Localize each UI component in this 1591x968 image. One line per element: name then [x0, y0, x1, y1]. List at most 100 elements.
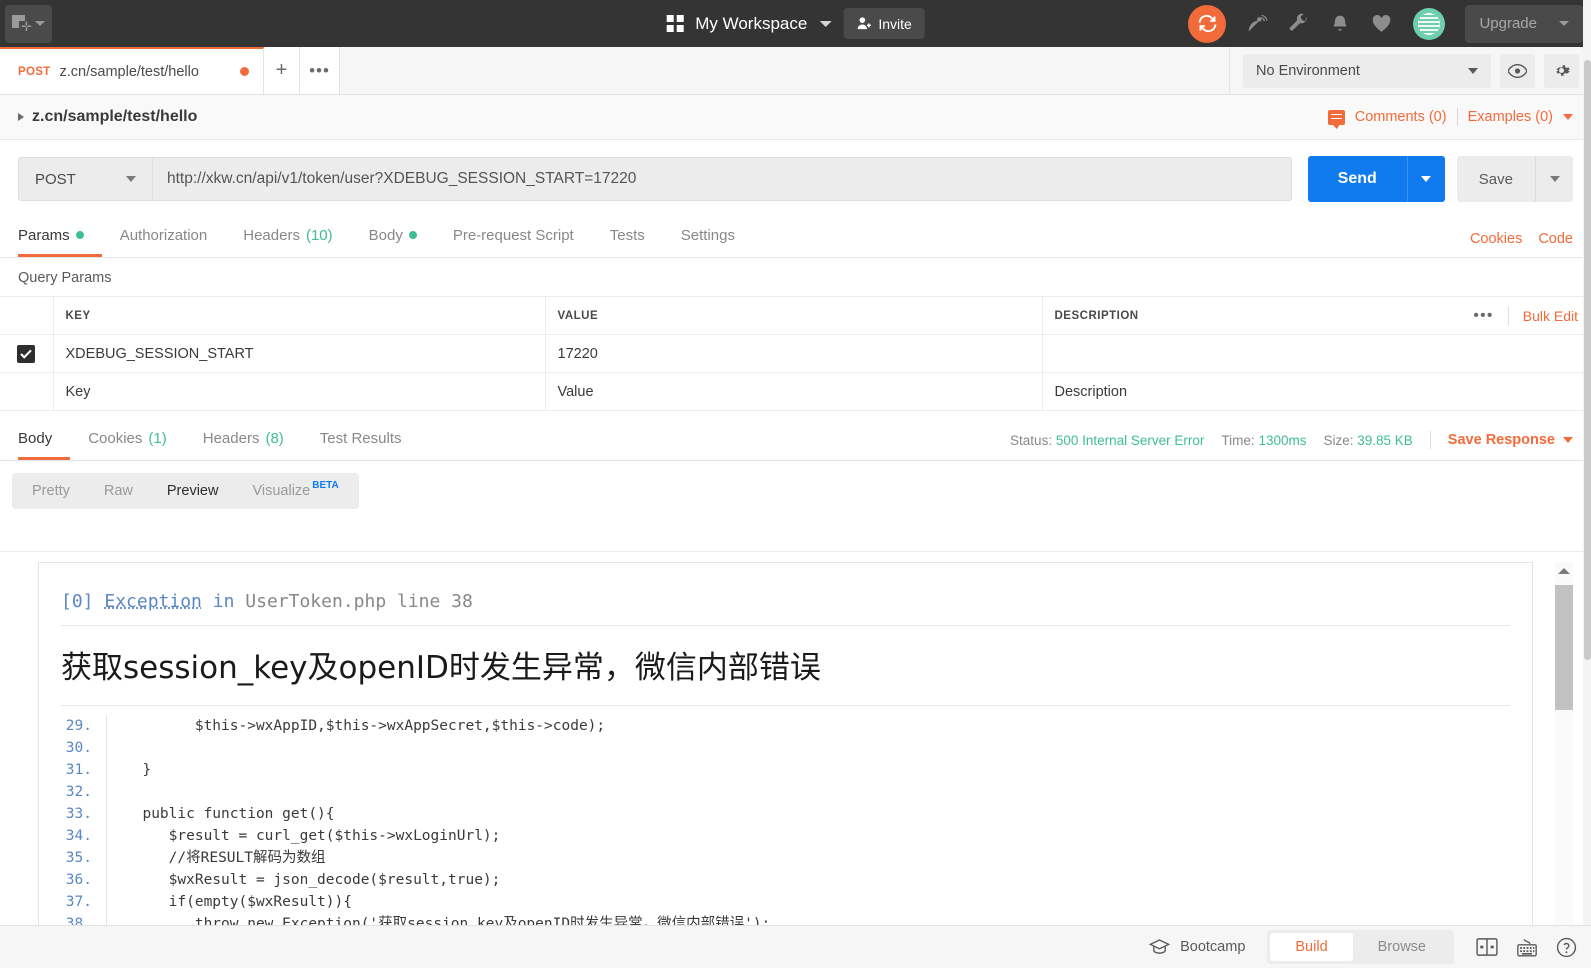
line-number: 35.	[61, 847, 107, 869]
workspace-add-icon: ✛	[12, 14, 32, 33]
divider	[1429, 431, 1431, 449]
chevron-down-icon	[1468, 67, 1478, 74]
workspace-switch-button[interactable]: ✛	[5, 4, 52, 43]
chevron-down-icon	[126, 176, 136, 182]
response-tab-body-label: Body	[18, 429, 53, 447]
new-tab-button[interactable]: +	[264, 47, 300, 94]
tab-body-label: Body	[368, 226, 403, 244]
param-key[interactable]: XDEBUG_SESSION_START	[53, 334, 546, 373]
preview-scrollbar[interactable]	[1555, 562, 1573, 925]
beta-badge: BETA	[312, 480, 339, 491]
tab-authorization[interactable]: Authorization	[102, 216, 226, 257]
invite-button[interactable]: Invite	[843, 8, 925, 39]
line-number: 32.	[61, 781, 107, 803]
mode-browse[interactable]: Browse	[1353, 933, 1451, 961]
examples-link[interactable]: Examples (0)	[1468, 109, 1553, 125]
response-tab-cookies[interactable]: Cookies (1)	[70, 419, 185, 460]
view-mode-visualize[interactable]: Visualize BETA	[235, 476, 355, 506]
chevron-down-icon[interactable]	[819, 20, 832, 27]
table-options-button[interactable]: •••	[1473, 307, 1493, 324]
environment-select[interactable]: No Environment	[1243, 53, 1491, 88]
cookies-link[interactable]: Cookies	[1470, 231, 1522, 247]
save-button[interactable]: Save	[1456, 156, 1535, 202]
two-pane-icon[interactable]	[1476, 938, 1498, 956]
avatar[interactable]	[1413, 7, 1446, 40]
scroll-up-icon[interactable]	[1558, 568, 1570, 574]
settings-button[interactable]	[1544, 53, 1579, 88]
response-tab-cookies-label: Cookies	[88, 429, 143, 447]
line-code: //将RESULT解码为数组	[125, 850, 326, 866]
breadcrumb-actions: Comments (0) Examples (0)	[1327, 108, 1573, 129]
param-value[interactable]: 17220	[545, 334, 1043, 373]
breadcrumb[interactable]: z.cn/sample/test/hello	[18, 108, 197, 126]
table-actions: ••• Bulk Edit	[1473, 306, 1578, 325]
save-response-button[interactable]: Save Response	[1448, 432, 1573, 448]
param-description-placeholder[interactable]: Description	[1042, 372, 1591, 411]
method-select[interactable]: POST	[18, 157, 152, 201]
tab-headers[interactable]: Headers (10)	[225, 216, 350, 257]
send-button-group: Send	[1307, 156, 1445, 202]
tab-params-label: Params	[18, 226, 70, 244]
param-value-placeholder[interactable]: Value	[545, 372, 1043, 411]
row-checkbox[interactable]	[17, 344, 36, 363]
response-tab-test-results[interactable]: Test Results	[302, 419, 420, 460]
request-tab[interactable]: POST z.cn/sample/test/hello	[0, 47, 264, 94]
exception-file: UserToken.php line 38	[245, 591, 473, 612]
upgrade-button[interactable]: Upgrade	[1465, 4, 1583, 43]
tab-headers-label: Headers	[243, 226, 300, 244]
tab-settings[interactable]: Settings	[663, 216, 753, 257]
unsaved-indicator-icon	[240, 67, 249, 76]
param-key-placeholder[interactable]: Key	[53, 372, 546, 411]
response-tab-headers[interactable]: Headers (8)	[185, 419, 302, 460]
tab-body[interactable]: Body	[351, 216, 435, 257]
gear-icon	[1556, 65, 1570, 76]
tab-options-button[interactable]: •••	[300, 47, 340, 94]
view-mode-raw[interactable]: Raw	[87, 476, 150, 506]
tab-params[interactable]: Params	[18, 216, 102, 257]
view-mode-pretty[interactable]: Pretty	[15, 476, 87, 506]
bootcamp-button[interactable]: Bootcamp	[1149, 939, 1245, 955]
chevron-down-icon[interactable]	[1563, 114, 1573, 120]
status-dot-icon	[408, 231, 417, 239]
chevron-right-icon[interactable]	[18, 113, 24, 121]
workspace-name[interactable]: My Workspace	[695, 14, 807, 34]
tab-tests[interactable]: Tests	[592, 216, 663, 257]
view-mode-preview[interactable]: Preview	[150, 476, 236, 506]
scrollbar-thumb[interactable]	[1584, 60, 1591, 660]
environment-quick-look-button[interactable]	[1500, 53, 1535, 88]
url-input[interactable]: http://xkw.cn/api/v1/token/user?XDEBUG_S…	[152, 157, 1292, 201]
send-options-button[interactable]	[1406, 156, 1445, 202]
satellite-dish-icon[interactable]	[1246, 13, 1269, 35]
response-tabs-list: Body Cookies (1) Headers (8) Test Result…	[18, 419, 420, 460]
divider	[1507, 306, 1509, 325]
save-options-button[interactable]	[1535, 156, 1573, 202]
bulk-edit-button[interactable]: Bulk Edit	[1523, 308, 1578, 324]
line-number: 33.	[61, 803, 107, 825]
bell-icon[interactable]	[1330, 13, 1350, 35]
wrench-icon[interactable]	[1288, 13, 1310, 35]
code-link[interactable]: Code	[1538, 231, 1573, 247]
size-value: 39.85 KB	[1357, 432, 1413, 448]
comments-link[interactable]: Comments (0)	[1355, 109, 1447, 125]
param-description[interactable]	[1042, 334, 1591, 373]
mode-build[interactable]: Build	[1270, 933, 1353, 961]
table-row[interactable]: Key Value Description	[0, 372, 1591, 411]
request-section-tabs: Params Authorization Headers (10) Body P…	[0, 216, 1591, 258]
scrollbar-thumb[interactable]	[1555, 585, 1573, 710]
help-circle-icon[interactable]	[1556, 937, 1577, 958]
tab-pre-request-script[interactable]: Pre-request Script	[435, 216, 592, 257]
send-button[interactable]: Send	[1307, 156, 1407, 202]
sync-icon[interactable]	[1188, 4, 1227, 43]
bottom-status-bar: Bootcamp Build Browse	[0, 925, 1591, 968]
heart-icon[interactable]	[1370, 13, 1393, 35]
response-preview-pane: [0] Exception in UserToken.php line 38 获…	[0, 551, 1591, 925]
breadcrumb-path: z.cn/sample/test/hello	[32, 108, 198, 125]
exception-type-link[interactable]: Exception	[104, 591, 202, 612]
response-tab-headers-count: (8)	[265, 429, 284, 447]
page-scrollbar[interactable]	[1583, 0, 1591, 925]
keyboard-icon[interactable]	[1516, 938, 1538, 957]
tab-pre-request-script-label: Pre-request Script	[452, 226, 574, 244]
table-row[interactable]: XDEBUG_SESSION_START 17220	[0, 334, 1591, 373]
response-tab-body[interactable]: Body	[18, 419, 71, 460]
environment-label: No Environment	[1256, 62, 1360, 79]
